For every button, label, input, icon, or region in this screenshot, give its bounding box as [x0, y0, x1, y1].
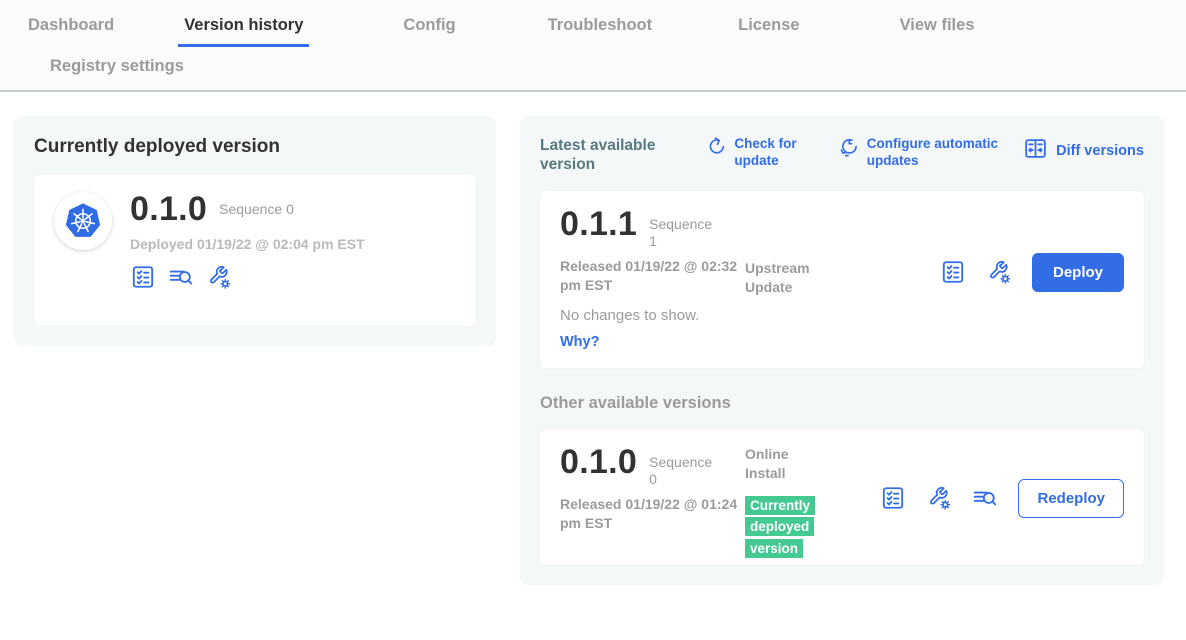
other-version-source: Online Install — [745, 445, 830, 483]
other-version-source-column: Online Install Currently deployed versio… — [745, 445, 830, 560]
other-available-versions-title: Other available versions — [540, 394, 1144, 413]
currently-deployed-title: Currently deployed version — [34, 136, 476, 158]
redeploy-button[interactable]: Redeploy — [1018, 479, 1124, 518]
config-wrench-icon[interactable] — [986, 259, 1012, 285]
diff-icon — [1023, 136, 1048, 166]
currently-deployed-panel: Currently deployed version — [14, 116, 496, 346]
deployed-sequence-label: Sequence 0 — [219, 192, 294, 218]
top-navigation: Dashboard Version history Config Trouble… — [0, 0, 1186, 92]
tab-row-1: Dashboard Version history Config Trouble… — [0, 14, 1186, 47]
tab-license[interactable]: License — [732, 14, 805, 47]
latest-available-header: Latest available version Check for updat… — [540, 136, 1144, 175]
latest-version-source: Upstream Update — [745, 259, 840, 297]
no-changes-text: No changes to show. — [560, 307, 1124, 324]
deployed-actions — [130, 264, 365, 290]
tab-dashboard[interactable]: Dashboard — [22, 14, 120, 47]
schedule-update-icon — [837, 136, 859, 163]
diff-versions-label: Diff versions — [1056, 142, 1144, 160]
deploy-button[interactable]: Deploy — [1032, 253, 1124, 292]
check-for-update-label: Check for update — [734, 136, 812, 170]
main-content: Currently deployed version — [0, 92, 1186, 585]
why-link[interactable]: Why? — [560, 334, 1124, 350]
currently-deployed-badge: Currently deployed version — [745, 496, 815, 559]
preflight-checks-icon[interactable] — [880, 485, 906, 511]
preflight-checks-icon[interactable] — [940, 259, 966, 285]
latest-available-title: Latest available version — [540, 136, 680, 175]
latest-available-panel: Latest available version Check for updat… — [520, 116, 1164, 585]
tab-view-files[interactable]: View files — [894, 14, 981, 47]
other-version-number: 0.1.0 — [560, 445, 637, 479]
latest-released-timestamp: Released 01/19/22 @ 02:32 pm EST — [560, 257, 740, 295]
configure-automatic-updates-link[interactable]: Configure automatic updates — [837, 136, 999, 170]
other-released-timestamp: Released 01/19/22 @ 01:24 pm EST — [560, 495, 740, 533]
deployed-version-number: 0.1.0 — [130, 192, 207, 226]
configure-automatic-updates-label: Configure automatic updates — [867, 136, 999, 170]
preflight-checks-icon[interactable] — [130, 264, 156, 290]
deploy-logs-icon[interactable] — [972, 485, 998, 511]
tab-troubleshoot[interactable]: Troubleshoot — [542, 14, 659, 47]
config-wrench-icon[interactable] — [926, 485, 952, 511]
tab-row-2: Registry settings — [0, 47, 1186, 90]
latest-sequence-label: Sequence 1 — [649, 207, 719, 250]
other-version-actions: Redeploy — [880, 479, 1124, 518]
tab-config[interactable]: Config — [397, 14, 461, 47]
refresh-icon — [704, 136, 726, 163]
other-sequence-label: Sequence 0 — [649, 445, 719, 488]
other-version-card: 0.1.0 Sequence 0 Released 01/19/22 @ 01:… — [540, 429, 1144, 565]
diff-versions-link[interactable]: Diff versions — [1023, 136, 1144, 166]
latest-version-card: 0.1.1 Sequence 1 Released 01/19/22 @ 02:… — [540, 191, 1144, 368]
config-wrench-icon[interactable] — [206, 264, 232, 290]
latest-version-actions: Deploy — [940, 253, 1124, 292]
latest-version-number: 0.1.1 — [560, 207, 637, 241]
status-badge-wrap: Currently deployed version — [745, 495, 833, 561]
deploy-logs-icon[interactable] — [168, 264, 194, 290]
kubernetes-logo — [54, 192, 112, 250]
check-for-update-link[interactable]: Check for update — [704, 136, 812, 170]
tab-registry-settings[interactable]: Registry settings — [44, 55, 190, 75]
tab-version-history[interactable]: Version history — [178, 14, 309, 47]
currently-deployed-card: 0.1.0 Sequence 0 Deployed 01/19/22 @ 02:… — [34, 174, 476, 326]
deployed-timestamp: Deployed 01/19/22 @ 02:04 pm EST — [130, 236, 365, 252]
deployed-version-info: 0.1.0 Sequence 0 Deployed 01/19/22 @ 02:… — [130, 192, 365, 308]
